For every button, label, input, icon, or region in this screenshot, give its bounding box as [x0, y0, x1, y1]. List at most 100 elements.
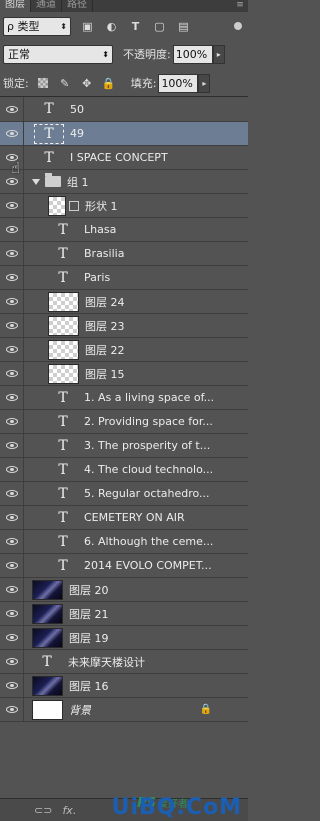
layer-list[interactable]: T 50 T 49 T I SPACE CONCEPT 组 1 形状 1 T L… — [0, 96, 248, 798]
adjustment-filter-icon[interactable]: ◐ — [103, 18, 120, 35]
layer-row[interactable]: T Brasilia — [0, 242, 248, 266]
shape-filter-icon[interactable]: ▢ — [151, 18, 168, 35]
layer-name: 图层 20 — [69, 583, 109, 597]
text-layer-icon: T — [58, 461, 68, 478]
layer-row-selected[interactable]: T 49 — [0, 122, 248, 146]
layer-thumbnail — [48, 339, 79, 360]
tab-paths[interactable]: 路径 — [62, 0, 93, 12]
text-layer-icon: T — [58, 509, 68, 526]
layer-row[interactable]: T CEMETERY ON AIR — [0, 506, 248, 530]
visibility-eye-icon[interactable] — [0, 194, 24, 217]
layer-row[interactable]: T 6. Although the ceme... — [0, 530, 248, 554]
blend-mode-value: 正常 — [8, 48, 30, 61]
filter-toggle[interactable] — [234, 22, 242, 30]
layer-row[interactable]: T Paris — [0, 266, 248, 290]
visibility-eye-icon[interactable] — [0, 218, 24, 241]
text-layer-icon: T — [58, 389, 68, 406]
layer-row[interactable]: T Lhasa — [0, 218, 248, 242]
image-filter-icon[interactable]: ▣ — [79, 18, 96, 35]
layer-group-row[interactable]: 组 1 — [0, 170, 248, 194]
layer-row[interactable]: 图层 23 — [0, 314, 248, 338]
filter-kind-label: ρ 类型 — [7, 20, 40, 33]
visibility-eye-icon[interactable] — [0, 314, 24, 337]
visibility-eye-icon[interactable] — [0, 122, 24, 145]
layer-row[interactable]: T 未来摩天楼设计 — [0, 650, 248, 674]
visibility-eye-icon[interactable] — [0, 338, 24, 361]
layer-name: 图层 21 — [69, 607, 109, 621]
layer-row[interactable]: 图层 21 — [0, 602, 248, 626]
lock-all-icon[interactable]: 🔒 — [101, 75, 117, 91]
layer-row[interactable]: T 3. The prosperity of t... — [0, 434, 248, 458]
visibility-eye-icon[interactable] — [0, 482, 24, 505]
panel-menu-icon[interactable]: ≡ — [232, 0, 248, 12]
lock-transparency-icon[interactable] — [35, 75, 51, 91]
fill-dropdown-icon[interactable]: ▸ — [198, 73, 211, 93]
visibility-eye-icon[interactable] — [0, 650, 24, 673]
layer-name: 50 — [70, 102, 84, 116]
layer-row[interactable]: T 4. The cloud technolo... — [0, 458, 248, 482]
layer-row[interactable]: 图层 24 — [0, 290, 248, 314]
layer-row[interactable]: T I SPACE CONCEPT — [0, 146, 248, 170]
opacity-label: 不透明度: — [123, 48, 171, 61]
layer-row[interactable]: T 50 — [0, 97, 248, 122]
text-layer-icon: T — [44, 149, 54, 166]
visibility-eye-icon[interactable] — [0, 602, 24, 625]
visibility-eye-icon[interactable] — [0, 97, 24, 121]
layer-thumbnail — [32, 627, 63, 648]
visibility-eye-icon[interactable] — [0, 458, 24, 481]
layer-row[interactable]: 图层 16 — [0, 674, 248, 698]
layer-row[interactable]: 图层 22 — [0, 338, 248, 362]
layer-row[interactable]: T 1. As a living space of... — [0, 386, 248, 410]
tab-layers[interactable]: 图层 — [0, 0, 31, 12]
layer-row[interactable]: T 2. Providing space for... — [0, 410, 248, 434]
text-layer-icon: T — [58, 221, 68, 238]
layer-row[interactable]: 图层 15 — [0, 362, 248, 386]
lock-pixels-brush-icon[interactable]: ✎ — [57, 75, 73, 91]
layer-thumbnail — [32, 699, 63, 720]
filter-kind-select[interactable]: ρ 类型 ⬍ — [3, 16, 71, 36]
layer-row[interactable]: T 5. Regular octahedro... — [0, 482, 248, 506]
layer-row[interactable]: 背景 🔒 — [0, 698, 248, 722]
vector-mask-icon — [69, 200, 79, 211]
layer-name: 5. Regular octahedro... — [84, 487, 210, 500]
visibility-eye-icon[interactable] — [0, 266, 24, 289]
opacity-dropdown-icon[interactable]: ▸ — [212, 44, 225, 64]
visibility-eye-icon[interactable] — [0, 242, 24, 265]
lock-row: 锁定: ✎ ✥ 🔒 填充: 100% ▸ — [0, 72, 248, 94]
visibility-eye-icon[interactable] — [0, 362, 24, 385]
layer-thumbnail — [48, 195, 66, 216]
layer-name: Lhasa — [84, 223, 117, 236]
fill-field[interactable]: 100% — [158, 73, 199, 93]
layer-row[interactable]: 形状 1 — [0, 194, 248, 218]
visibility-eye-icon[interactable] — [0, 578, 24, 601]
visibility-eye-icon[interactable] — [0, 386, 24, 409]
layer-row[interactable]: 图层 20 — [0, 578, 248, 602]
opacity-field[interactable]: 100% — [172, 44, 213, 64]
visibility-eye-icon[interactable] — [0, 506, 24, 529]
tab-channels[interactable]: 通道 — [31, 0, 62, 12]
expand-triangle-icon[interactable] — [32, 178, 40, 185]
blend-mode-select[interactable]: 正常 ⬍ — [3, 44, 113, 64]
smart-object-filter-icon[interactable]: ▤ — [175, 18, 192, 35]
layer-name: 3. The prosperity of t... — [84, 439, 211, 452]
layer-name: 形状 1 — [85, 199, 118, 213]
layer-thumbnail — [32, 603, 63, 624]
layer-name: 6. Although the ceme... — [84, 535, 214, 548]
visibility-eye-icon[interactable] — [0, 530, 24, 553]
filter-row: ρ 类型 ⬍ ▣ ◐ T ▢ ▤ — [0, 12, 248, 40]
visibility-eye-icon[interactable] — [0, 674, 24, 697]
link-layers-icon[interactable]: ⊂⊃ — [34, 804, 52, 817]
visibility-eye-icon[interactable] — [0, 290, 24, 313]
text-filter-icon[interactable]: T — [127, 18, 144, 35]
visibility-eye-icon[interactable] — [0, 410, 24, 433]
visibility-eye-icon[interactable] — [0, 698, 24, 721]
layer-row[interactable]: 图层 19 — [0, 626, 248, 650]
lock-position-move-icon[interactable]: ✥ — [79, 75, 95, 91]
layer-name: 图层 23 — [85, 319, 125, 333]
visibility-eye-icon[interactable] — [0, 434, 24, 457]
visibility-eye-icon[interactable] — [0, 626, 24, 649]
layer-thumbnail — [48, 291, 79, 312]
visibility-eye-icon[interactable] — [0, 554, 24, 577]
layer-row[interactable]: T 2014 EVOLO COMPET... — [0, 554, 248, 578]
fx-button[interactable]: fx. — [62, 804, 76, 817]
